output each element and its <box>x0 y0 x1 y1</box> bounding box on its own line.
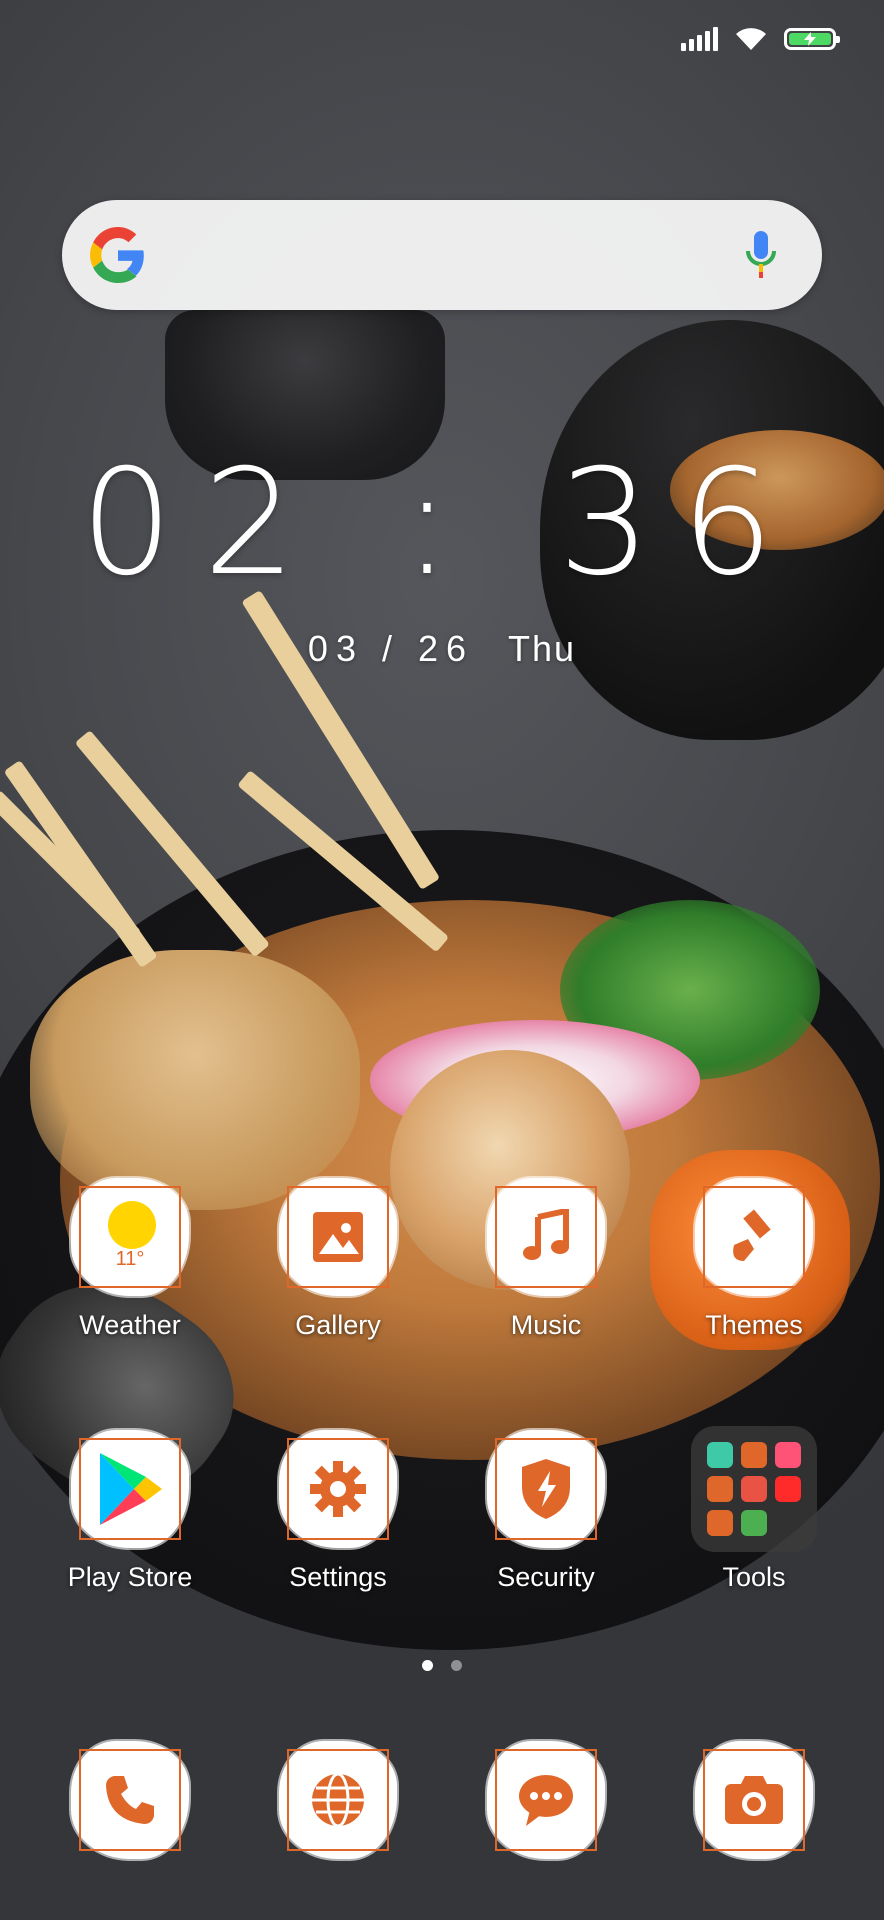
app-label: Music <box>510 1310 582 1340</box>
dock-camera[interactable] <box>664 1735 844 1865</box>
app-label: Tools <box>722 1562 786 1592</box>
dock-browser[interactable] <box>248 1735 428 1865</box>
app-label: Settings <box>289 1562 387 1592</box>
weekday-value: Thu <box>508 628 577 669</box>
browser-icon <box>273 1735 403 1865</box>
settings-icon <box>273 1424 403 1554</box>
app-settings[interactable]: Settings <box>248 1424 428 1593</box>
page-dot <box>451 1660 462 1671</box>
play-store-icon <box>65 1424 195 1554</box>
wifi-icon <box>736 28 766 50</box>
app-label: Gallery <box>295 1310 381 1340</box>
themes-icon <box>689 1172 819 1302</box>
page-indicator <box>0 1660 884 1671</box>
app-play-store[interactable]: Play Store <box>40 1424 220 1593</box>
camera-icon <box>689 1735 819 1865</box>
security-icon <box>481 1424 611 1554</box>
app-security[interactable]: Security <box>456 1424 636 1593</box>
app-label: Play Store <box>67 1562 193 1592</box>
app-label: Security <box>497 1562 595 1592</box>
app-folder-tools[interactable]: Tools <box>664 1424 844 1593</box>
app-gallery[interactable]: Gallery <box>248 1172 428 1341</box>
app-label: Themes <box>705 1310 803 1340</box>
google-search-bar[interactable] <box>62 200 822 310</box>
app-music[interactable]: Music <box>456 1172 636 1341</box>
clock-date[interactable]: 03 / 26 Thu <box>0 628 884 670</box>
weather-icon: 11° <box>65 1172 195 1302</box>
dock-messages[interactable] <box>456 1735 636 1865</box>
google-logo-icon <box>90 227 144 283</box>
app-themes[interactable]: Themes <box>664 1172 844 1341</box>
app-label: Weather <box>79 1310 181 1340</box>
messages-icon <box>481 1735 611 1865</box>
gallery-icon <box>273 1172 403 1302</box>
app-weather[interactable]: 11° Weather <box>40 1172 220 1341</box>
clock-time[interactable]: 02 : 36 <box>0 450 884 596</box>
page-dot-active <box>422 1660 433 1671</box>
weather-temp: 11° <box>115 1248 145 1270</box>
status-bar <box>681 26 840 52</box>
battery-charging-icon <box>784 28 840 50</box>
phone-icon <box>65 1735 195 1865</box>
dock-phone[interactable] <box>40 1735 220 1865</box>
mic-icon[interactable] <box>744 229 778 281</box>
folder-icon <box>691 1426 817 1552</box>
signal-icon <box>681 27 718 51</box>
date-value: 03 / 26 <box>307 628 475 669</box>
music-icon <box>481 1172 611 1302</box>
